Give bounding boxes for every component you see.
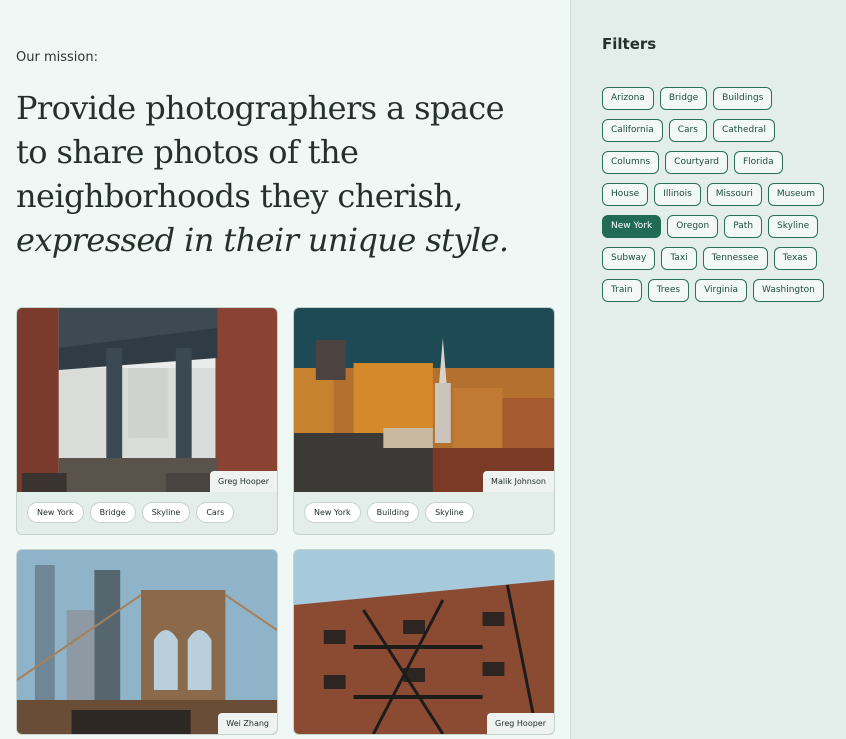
filter-chip-bridge[interactable]: Bridge: [659, 87, 708, 110]
photo-manhattan-bridge[interactable]: Greg Hooper: [17, 308, 277, 492]
filter-chip-arizona[interactable]: Arizona: [602, 87, 654, 110]
filter-chip-illinois[interactable]: Illinois: [654, 183, 701, 206]
photographer-credit: Malik Johnson: [483, 471, 554, 492]
filter-chip-path[interactable]: Path: [724, 215, 763, 238]
photo-city-skyline[interactable]: Malik Johnson: [294, 308, 554, 492]
filter-chip-oregon[interactable]: Oregon: [667, 215, 719, 238]
mission-line: Provide photographers a space: [16, 89, 505, 127]
filter-chip-virginia[interactable]: Virginia: [695, 279, 747, 302]
photographer-credit: Wei Zhang: [218, 713, 277, 734]
filter-chip-list: Arizona Bridge Buildings California Cars Cath…: [602, 87, 832, 302]
photo-tag[interactable]: New York: [27, 502, 84, 523]
photo-tag[interactable]: Skyline: [141, 502, 191, 523]
mission-statement: Provide photographers a space to share p…: [16, 86, 536, 262]
photo-tag[interactable]: New York: [304, 502, 361, 523]
filter-chip-columns[interactable]: Columns: [602, 151, 660, 174]
filter-chip-missouri[interactable]: Missouri: [706, 183, 762, 206]
mission-label: Our mission:: [16, 50, 98, 65]
filter-chip-taxi[interactable]: Taxi: [661, 247, 697, 270]
photo-tag[interactable]: Building: [366, 502, 420, 523]
filter-chip-train[interactable]: Train: [602, 279, 642, 302]
photographer-credit: Greg Hooper: [487, 713, 554, 734]
mission-line: to share photos of the: [16, 133, 359, 171]
filter-chip-subway[interactable]: Subway: [602, 247, 656, 270]
photo-brooklyn-bridge[interactable]: Wei Zhang: [17, 550, 277, 734]
filters-title: Filters: [602, 35, 657, 53]
photo-card[interactable]: Greg Hooper New York Bridge Skyline Cars: [16, 307, 278, 535]
photo-tag[interactable]: Skyline: [425, 502, 474, 523]
filter-chip-texas[interactable]: Texas: [773, 247, 817, 270]
filter-chip-tennessee[interactable]: Tennessee: [702, 247, 768, 270]
photo-tags: New York Building Skyline: [294, 492, 554, 534]
filter-chip-florida[interactable]: Florida: [733, 151, 783, 174]
photo-fire-escapes[interactable]: Greg Hooper: [294, 550, 554, 734]
photo-tag[interactable]: Cars: [196, 502, 235, 523]
photo-card[interactable]: Greg Hooper: [293, 549, 555, 735]
photo-tag[interactable]: Bridge: [89, 502, 136, 523]
filter-chip-courtyard[interactable]: Courtyard: [665, 151, 728, 174]
photo-card[interactable]: Wei Zhang: [16, 549, 278, 735]
photo-tags: New York Bridge Skyline Cars: [17, 492, 277, 534]
photographer-credit: Greg Hooper: [210, 471, 277, 492]
main-content: Our mission: Provide photographers a spa…: [0, 0, 570, 739]
photo-card[interactable]: Malik Johnson New York Building Skyline: [293, 307, 555, 535]
filter-chip-house[interactable]: House: [602, 183, 649, 206]
filter-chip-trees[interactable]: Trees: [647, 279, 690, 302]
mission-line: neighborhoods they cherish,: [16, 177, 463, 215]
filter-chip-new-york[interactable]: New York: [602, 215, 662, 238]
filter-chip-buildings[interactable]: Buildings: [713, 87, 773, 110]
filter-chip-museum[interactable]: Museum: [767, 183, 825, 206]
mission-line-italic: expressed in their unique style.: [16, 221, 509, 259]
filter-chip-california[interactable]: California: [602, 119, 663, 142]
filters-sidebar: Filters Arizona Bridge Buildings California…: [570, 0, 846, 739]
filter-chip-cars[interactable]: Cars: [668, 119, 707, 142]
filter-chip-cathedral[interactable]: Cathedral: [712, 119, 775, 142]
filter-chip-skyline[interactable]: Skyline: [768, 215, 819, 238]
filter-chip-washington[interactable]: Washington: [753, 279, 824, 302]
